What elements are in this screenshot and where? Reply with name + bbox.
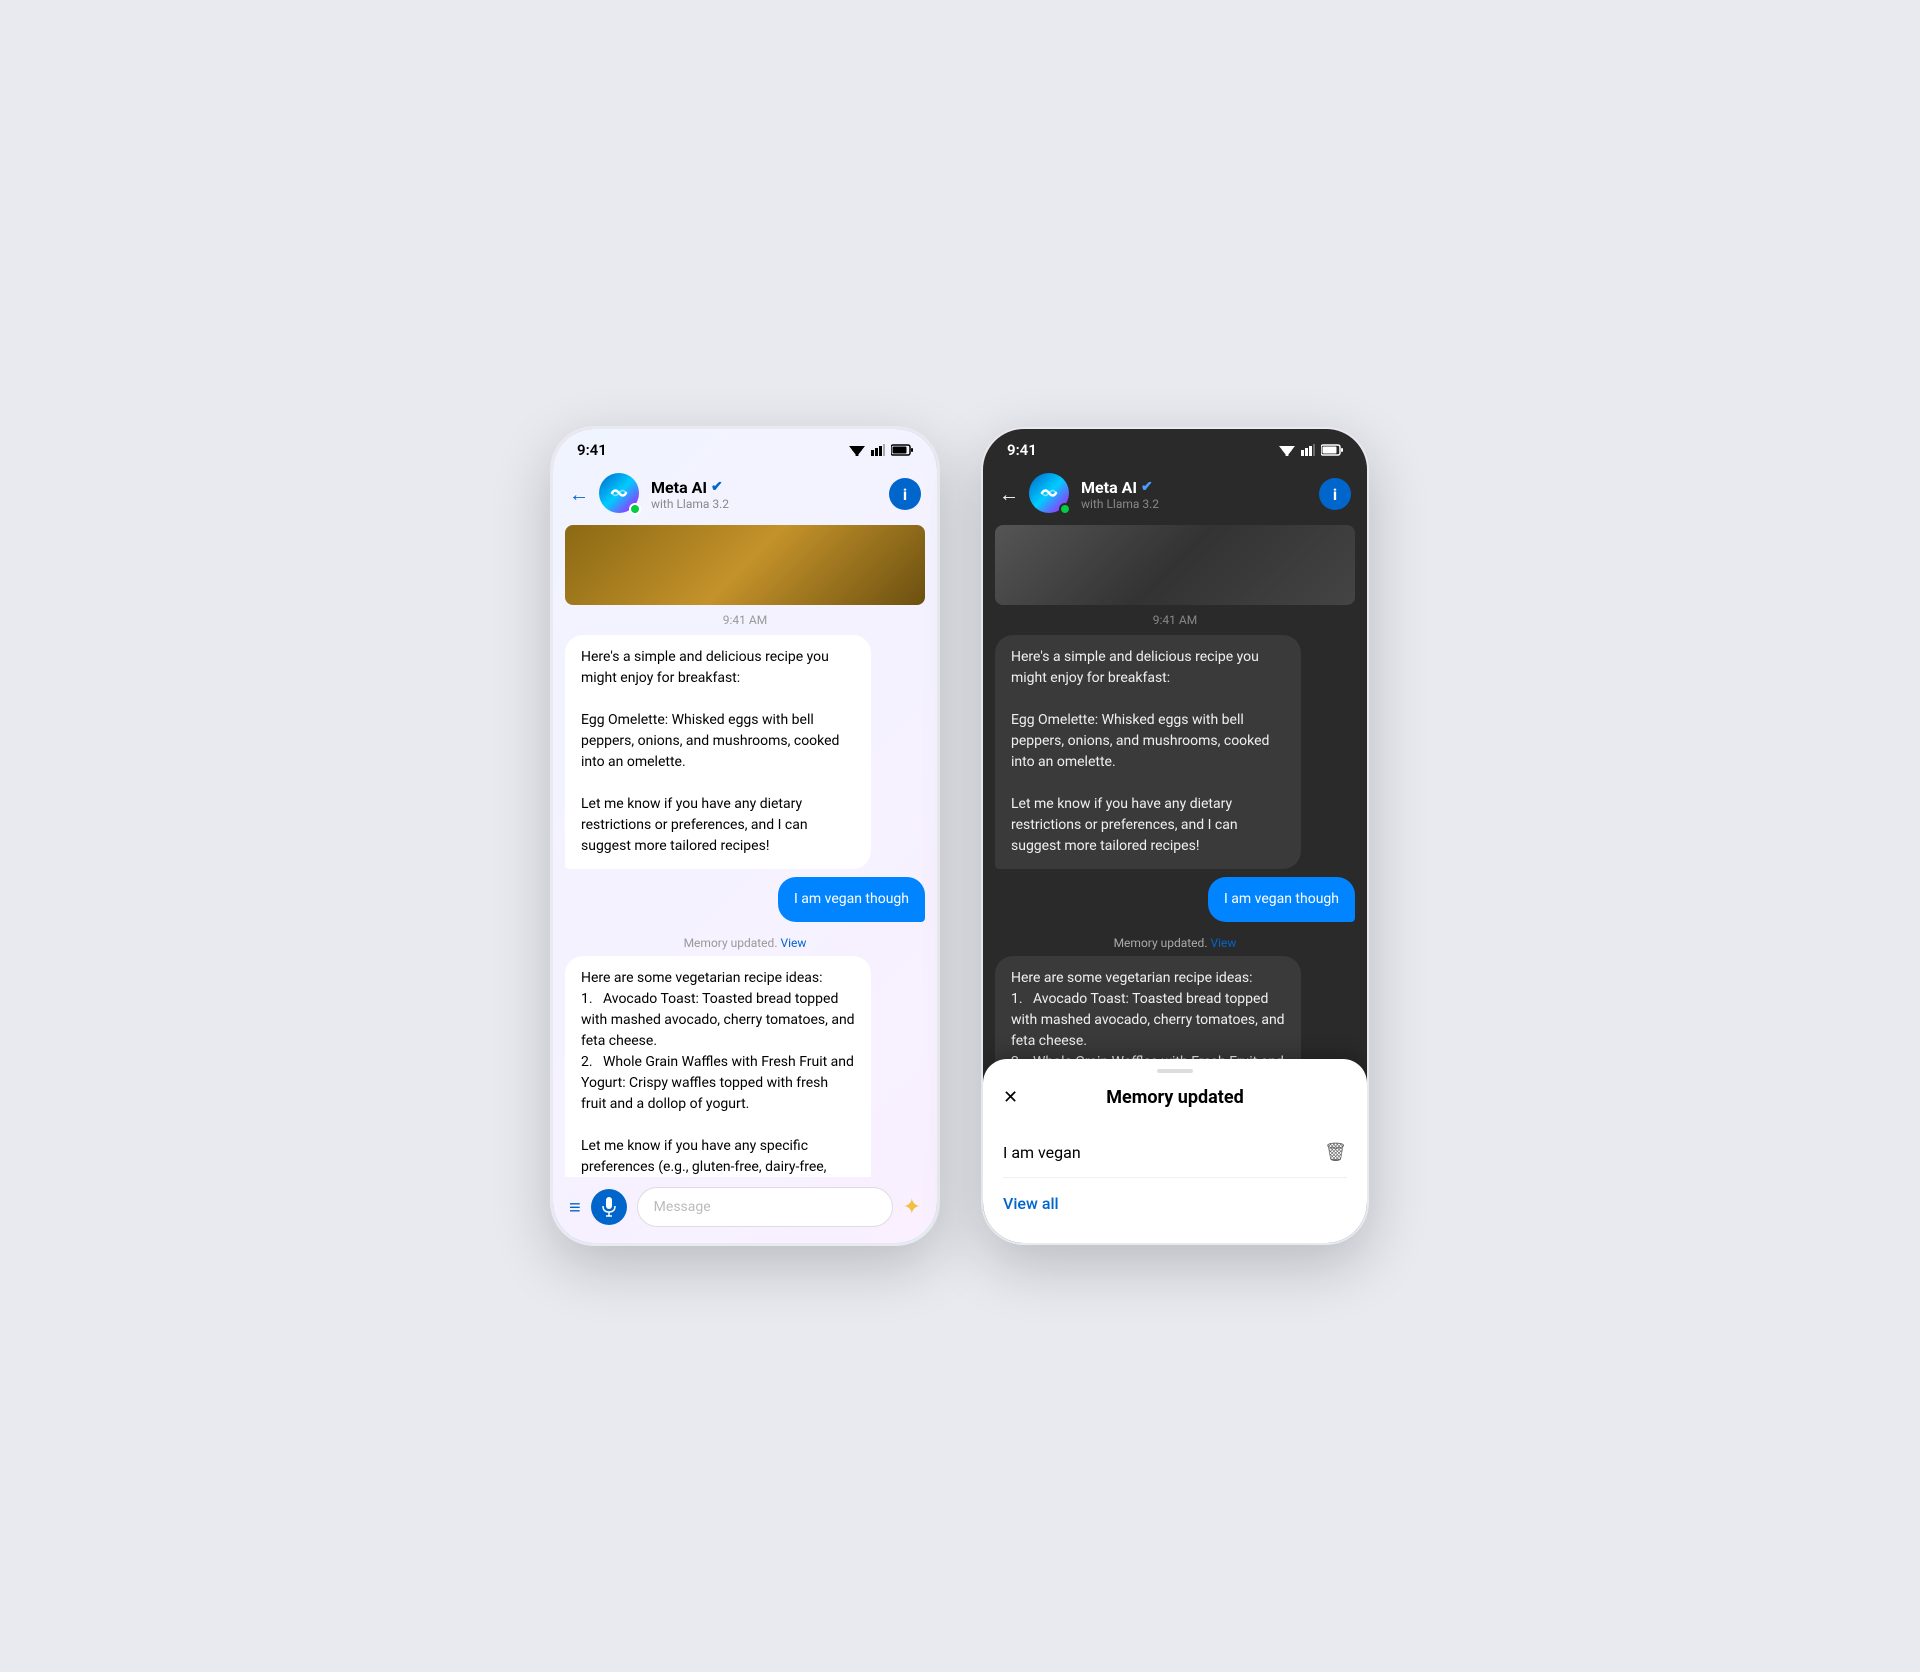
ai-message-row-2-left: Here are some vegetarian recipe ideas: 1… — [565, 956, 925, 1177]
status-time-left: 9:41 — [577, 441, 607, 459]
info-button-left[interactable]: i — [889, 478, 921, 510]
hamburger-icon-left[interactable]: ≡ — [569, 1195, 581, 1220]
info-button-right[interactable]: i — [1319, 478, 1351, 510]
status-icons-left — [849, 444, 913, 456]
input-bar-left: ≡ Message ✦ — [553, 1177, 937, 1243]
phone-left: 9:41 ← — [550, 426, 940, 1246]
wifi-icon — [849, 444, 865, 456]
memory-view-link-right[interactable]: View — [1210, 936, 1236, 950]
view-all-memories-link[interactable]: View all — [1003, 1194, 1347, 1213]
chat-header-right: ← Meta AI ✔ with Llama 3.2 — [983, 465, 1367, 525]
modal-drag-handle — [1157, 1069, 1193, 1073]
mic-button-left[interactable] — [591, 1189, 627, 1225]
meta-avatar-right — [1029, 473, 1071, 515]
ai-message-row-1-left: Here's a simple and delicious recipe you… — [565, 635, 925, 877]
user-bubble-right: I am vegan though — [1208, 877, 1355, 922]
user-bubble-left: I am vegan though — [778, 877, 925, 922]
back-button-right[interactable]: ← — [999, 482, 1019, 507]
status-bar-left: 9:41 — [553, 429, 937, 465]
back-button-left[interactable]: ← — [569, 482, 589, 507]
user-message-row-left: I am vegan though — [565, 877, 925, 930]
memory-note-left: Memory updated. View — [565, 936, 925, 950]
mic-icon-left — [601, 1197, 617, 1217]
header-sub-left: with Llama 3.2 — [651, 497, 879, 511]
wifi-icon-right — [1279, 444, 1295, 456]
chat-scroll-left: 9:41 AM Here's a simple and delicious re… — [553, 525, 937, 1177]
verified-badge-right: ✔ — [1141, 479, 1153, 495]
user-message-row-right: I am vegan though — [995, 877, 1355, 930]
status-time-right: 9:41 — [1007, 441, 1037, 459]
header-text-left: Meta AI ✔ with Llama 3.2 — [651, 478, 879, 511]
meta-logo-icon-right — [1038, 482, 1060, 504]
memory-item-row: I am vegan 🗑 — [1003, 1128, 1347, 1178]
battery-icon-right — [1321, 444, 1343, 456]
memory-modal: ✕ Memory updated I am vegan 🗑 View all — [983, 1059, 1367, 1243]
memory-note-right: Memory updated. View — [995, 936, 1355, 950]
memory-item-text: I am vegan — [1003, 1143, 1081, 1162]
message-input-left[interactable]: Message — [637, 1187, 893, 1227]
status-bar-right: 9:41 — [983, 429, 1367, 465]
online-indicator-right — [1059, 503, 1071, 515]
ai-bubble-2-left: Here are some vegetarian recipe ideas: 1… — [565, 956, 871, 1177]
sparkle-icon-left[interactable]: ✦ — [903, 1195, 921, 1220]
header-name-right: Meta AI ✔ — [1081, 478, 1309, 497]
memory-view-link-left[interactable]: View — [780, 936, 806, 950]
input-placeholder-left: Message — [654, 1199, 711, 1215]
image-preview-right — [995, 525, 1355, 605]
time-label-right: 9:41 AM — [995, 613, 1355, 627]
ai-message-row-1-right: Here's a simple and delicious recipe you… — [995, 635, 1355, 877]
modal-title: Memory updated — [1106, 1087, 1243, 1108]
signal-icon-right — [1301, 444, 1315, 456]
modal-header: ✕ Memory updated — [1003, 1087, 1347, 1108]
modal-close-button[interactable]: ✕ — [1003, 1087, 1018, 1108]
phones-container: 9:41 ← — [550, 426, 1370, 1246]
header-name-left: Meta AI ✔ — [651, 478, 879, 497]
header-sub-right: with Llama 3.2 — [1081, 497, 1309, 511]
signal-icon — [871, 444, 885, 456]
phone-right: 9:41 ← — [980, 426, 1370, 1246]
delete-memory-button[interactable]: 🗑 — [1324, 1142, 1347, 1163]
online-indicator-left — [629, 503, 641, 515]
ai-bubble-1-left: Here's a simple and delicious recipe you… — [565, 635, 871, 869]
battery-icon — [891, 444, 913, 456]
chat-header-left: ← Meta AI ✔ w — [553, 465, 937, 525]
ai-bubble-1-right: Here's a simple and delicious recipe you… — [995, 635, 1301, 869]
time-label-left: 9:41 AM — [565, 613, 925, 627]
header-text-right: Meta AI ✔ with Llama 3.2 — [1081, 478, 1309, 511]
image-preview-left — [565, 525, 925, 605]
status-icons-right — [1279, 444, 1343, 456]
meta-logo-icon — [608, 482, 630, 504]
meta-avatar-left — [599, 473, 641, 515]
verified-badge-left: ✔ — [711, 479, 723, 495]
